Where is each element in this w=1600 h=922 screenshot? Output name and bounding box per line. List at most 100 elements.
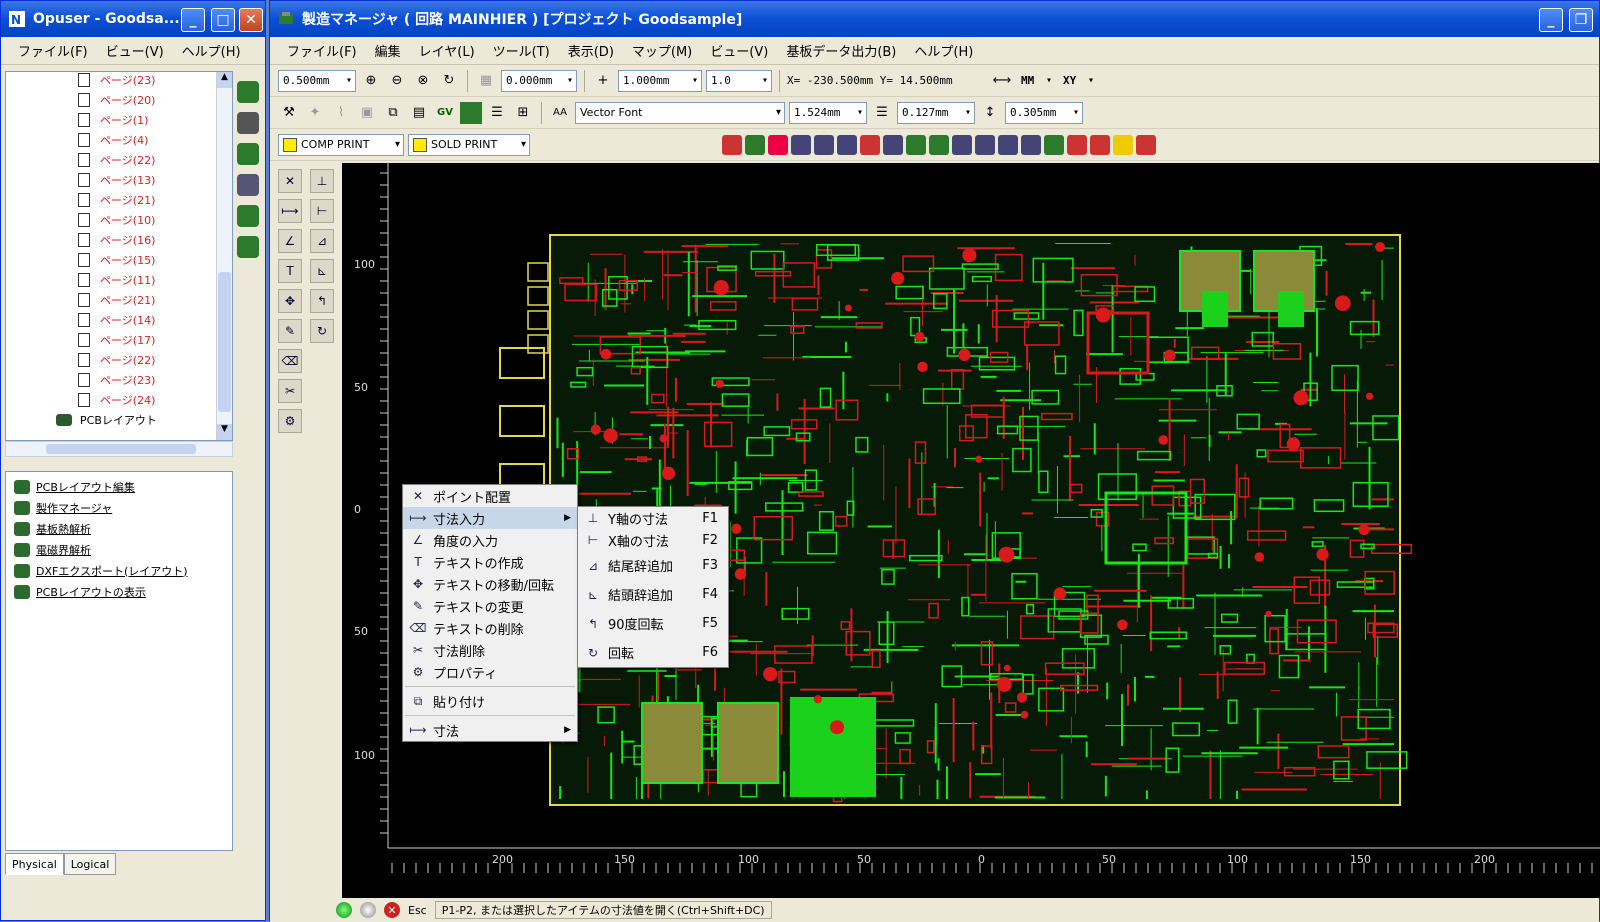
dimension-delete-icon[interactable]: ✂	[278, 379, 302, 403]
gv-icon[interactable]: GV	[434, 102, 456, 124]
layer-tool-icon[interactable]	[1044, 134, 1064, 155]
tree-item-page[interactable]: ページ(17)	[6, 330, 232, 350]
zoom-out-icon[interactable]: ⊖	[386, 70, 408, 92]
y-dimension-icon[interactable]: ⊥	[310, 169, 334, 193]
layer-tool-icon[interactable]	[722, 134, 742, 155]
pad-icon[interactable]: ▣	[356, 102, 378, 124]
tree-item-page[interactable]: ページ(22)	[6, 350, 232, 370]
tree-item-page[interactable]: ページ(24)	[6, 390, 232, 410]
main-menu-item[interactable]: マップ(M)	[623, 41, 701, 60]
main-menu-item[interactable]: ビュー(V)	[701, 41, 777, 60]
rotate-icon[interactable]: ↻	[310, 319, 334, 343]
view-tool-icon[interactable]	[237, 236, 259, 258]
tree-horizontal-scrollbar[interactable]	[5, 441, 233, 457]
main-titlebar[interactable]: 製造マネージャ ( 回路 MAINHIER ) [プロジェクト Goodsamp…	[270, 1, 1599, 37]
font-select[interactable]: Vector Font	[575, 101, 785, 124]
zoom-fit-icon[interactable]: ⊗	[412, 70, 434, 92]
submenu-item[interactable]: ⊢ X軸の寸法 F2	[578, 529, 728, 551]
refresh-icon[interactable]: ↻	[438, 70, 460, 92]
main-menu-item[interactable]: 基板データ出力(B)	[777, 41, 905, 60]
menu-file[interactable]: ファイル(F)	[9, 41, 97, 60]
route-icon[interactable]: ⚒	[278, 102, 300, 124]
layer-tool-icon[interactable]	[952, 134, 972, 155]
menu-view[interactable]: ビュー(V)	[97, 41, 173, 60]
line-width-select[interactable]: 1.000mm	[618, 69, 702, 92]
tool-link[interactable]: 基板熱解析	[6, 518, 232, 539]
tree-item-page[interactable]: ページ(21)	[6, 190, 232, 210]
scroll-thumb[interactable]	[218, 272, 231, 412]
spacing-input[interactable]: 0.305mm	[1005, 101, 1083, 124]
text-height-select[interactable]: 1.524mm	[789, 101, 867, 124]
context-menu-item[interactable]: T テキストの作成	[403, 551, 577, 573]
copy-icon[interactable]: ⧉	[382, 102, 404, 124]
pcb-tool-icon[interactable]	[237, 81, 259, 103]
tool-link[interactable]: 電磁界解析	[6, 539, 232, 560]
measure-icon[interactable]: ⟷	[991, 70, 1013, 92]
layer-tool-icon[interactable]	[975, 134, 995, 155]
tree-item-page[interactable]: ページ(13)	[6, 170, 232, 190]
main-menu-item[interactable]: 表示(D)	[559, 41, 623, 60]
tree-item-page[interactable]: ページ(20)	[6, 90, 232, 110]
angle-icon[interactable]: ∠	[278, 229, 302, 253]
close-icon[interactable]: ✕	[239, 8, 263, 32]
left-titlebar[interactable]: N Opuser - Goodsa... _ □ ✕	[1, 1, 265, 37]
point-place-icon[interactable]: ✕	[278, 169, 302, 193]
netlist-icon[interactable]: ⊞	[512, 102, 534, 124]
layer-tool-icon[interactable]	[929, 134, 949, 155]
grid-snap-icon[interactable]: ▦	[475, 70, 497, 92]
tree-item-page[interactable]: ページ(14)	[6, 310, 232, 330]
tree-item-page[interactable]: ページ(23)	[6, 370, 232, 390]
hscroll-thumb[interactable]	[46, 444, 196, 454]
escape-icon[interactable]: ✕	[384, 902, 400, 918]
tree-item-page[interactable]: ページ(1)	[6, 110, 232, 130]
ratio-select[interactable]: 1.0	[706, 69, 772, 92]
scroll-up-icon[interactable]: ▲	[217, 72, 232, 88]
export-tool-icon[interactable]	[237, 174, 259, 196]
tool-link[interactable]: PCBレイアウトの表示	[6, 581, 232, 602]
layer-tool-icon[interactable]	[1090, 134, 1110, 155]
minimize-icon[interactable]: _	[181, 8, 205, 32]
layer-tool-icon[interactable]	[906, 134, 926, 155]
submenu-item[interactable]: ↰ 90度回転 F5	[578, 609, 728, 638]
text-move-icon[interactable]: ✥	[278, 289, 302, 313]
submenu-item[interactable]: ↻ 回転 F6	[578, 638, 728, 667]
context-menu-item[interactable]: ⧉ 貼り付け	[403, 690, 577, 712]
main-menu-item[interactable]: 編集	[366, 41, 410, 60]
tree-item-page[interactable]: ページ(11)	[6, 270, 232, 290]
escape-label[interactable]: Esc	[408, 904, 427, 917]
layers-icon[interactable]: ☰	[486, 102, 508, 124]
text-delete-icon[interactable]: ⌫	[278, 349, 302, 373]
main-menu-item[interactable]: ヘルプ(H)	[905, 41, 982, 60]
library-icon[interactable]: ▤	[408, 102, 430, 124]
layer2-select[interactable]: SOLD PRINT	[408, 133, 530, 156]
layer-tool-icon[interactable]	[860, 134, 880, 155]
via-icon[interactable]: ✦	[304, 102, 326, 124]
tool-link[interactable]: 製作マネージャ	[6, 497, 232, 518]
layer-tool-icon[interactable]	[1113, 134, 1133, 155]
board-icon[interactable]	[460, 101, 482, 124]
trace-icon[interactable]: ⌇	[330, 102, 352, 124]
grid-size-select[interactable]: 0.500mm	[278, 69, 356, 92]
layer-tool-icon[interactable]	[1021, 134, 1041, 155]
board-tool-icon[interactable]	[237, 143, 259, 165]
layer1-select[interactable]: COMP PRINT	[278, 133, 404, 156]
context-menu-item[interactable]: ✕ ポイント配置	[403, 485, 577, 507]
maximize-icon[interactable]: □	[211, 8, 235, 32]
tree-item-page[interactable]: ページ(16)	[6, 230, 232, 250]
axis-select[interactable]: XY	[1059, 70, 1097, 92]
x-dimension-icon[interactable]: ⊢	[310, 199, 334, 223]
submenu-item[interactable]: ⊿ 結尾辞追加 F3	[578, 551, 728, 580]
suffix-icon[interactable]: ⊿	[310, 229, 334, 253]
tree-item-page[interactable]: ページ(15)	[6, 250, 232, 270]
line-thickness-select[interactable]: 0.127mm	[897, 101, 975, 124]
layer-tool-icon[interactable]	[814, 134, 834, 155]
units-select[interactable]: MM	[1017, 70, 1055, 92]
layer-tool-icon[interactable]	[883, 134, 903, 155]
submenu-item[interactable]: ⊾ 結頭辞追加 F4	[578, 580, 728, 609]
main-restore-icon[interactable]: ❐	[1569, 8, 1593, 32]
scroll-down-icon[interactable]: ▼	[217, 424, 232, 440]
layer-tool-icon[interactable]	[1067, 134, 1087, 155]
context-menu-item[interactable]: ✎ テキストの変更	[403, 595, 577, 617]
tree-vertical-scrollbar[interactable]: ▲ ▼	[216, 72, 232, 440]
prefix-icon[interactable]: ⊾	[310, 259, 334, 283]
